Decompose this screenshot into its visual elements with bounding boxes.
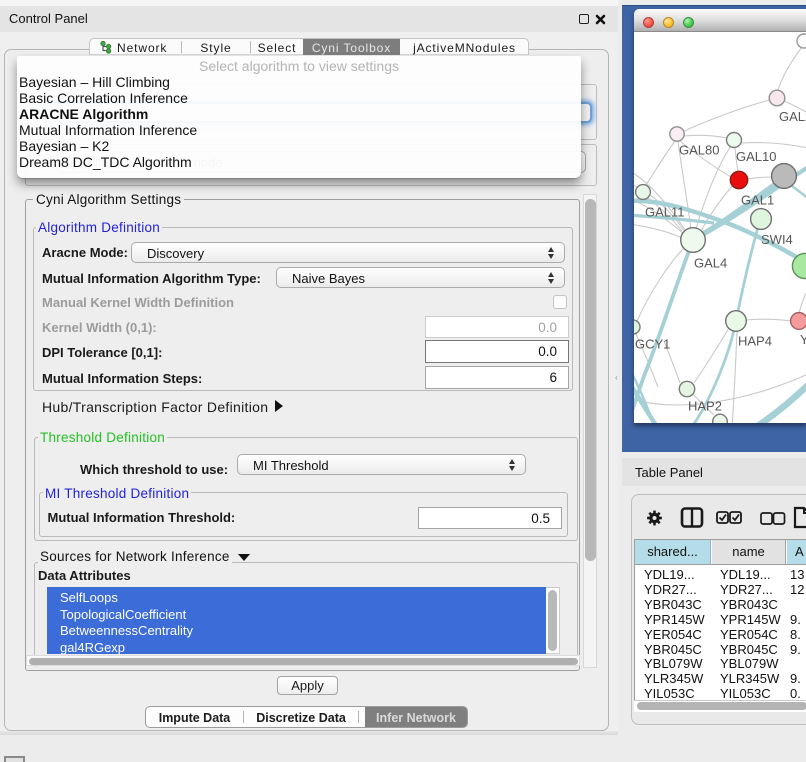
svg-text:GAL80: GAL80 xyxy=(679,143,719,158)
svg-text:GAL4: GAL4 xyxy=(694,256,727,271)
svg-text:GAL10: GAL10 xyxy=(736,149,776,164)
svg-text:SWI4: SWI4 xyxy=(761,232,793,247)
svg-text:GAL11: GAL11 xyxy=(645,205,685,220)
svg-text:HAP2: HAP2 xyxy=(688,399,722,414)
svg-text:HAP4: HAP4 xyxy=(738,334,772,349)
svg-text:GAL2: GAL2 xyxy=(779,109,806,124)
svg-text:GCY1: GCY1 xyxy=(635,337,670,352)
svg-text:GAL1: GAL1 xyxy=(741,193,774,208)
svg-text:Y: Y xyxy=(800,332,806,347)
